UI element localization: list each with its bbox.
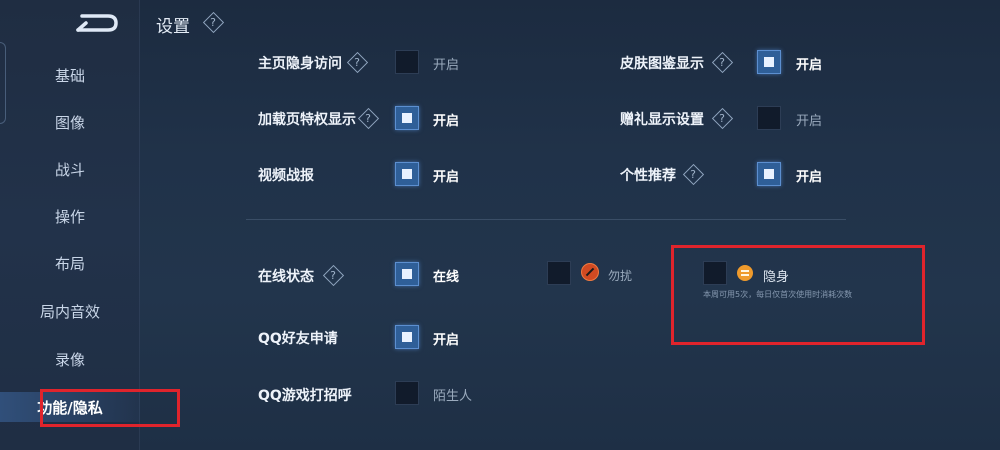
video-report-checkbox[interactable] (395, 162, 419, 186)
qq-game-greeting-checkbox[interactable] (395, 381, 419, 405)
personal-recommend-label: 个性推荐 (620, 168, 676, 184)
skin-gallery-label: 皮肤图鉴显示 (620, 56, 704, 72)
qq-game-greeting-value: 陌生人 (433, 389, 473, 404)
qq-friend-request-value: 开启 (433, 333, 460, 348)
gift-display-value: 开启 (796, 114, 823, 129)
skin-gallery-value: 开启 (796, 58, 823, 73)
help-icon[interactable]: ? (711, 107, 733, 129)
gift-display-label: 赠礼显示设置 (620, 112, 704, 128)
homepage-privacy-value: 开启 (433, 58, 460, 73)
sidebar-item-controls[interactable]: 操作 (0, 201, 140, 231)
invisible-highlight-box (671, 245, 925, 345)
sidebar-item-ingame-audio[interactable]: 局内音效 (0, 296, 140, 326)
online-option-checkbox[interactable] (395, 262, 419, 286)
section-divider (246, 219, 846, 220)
help-icon[interactable]: ? (357, 107, 379, 129)
loading-privilege-checkbox[interactable] (395, 106, 419, 130)
homepage-privacy-label: 主页隐身访问 (258, 56, 342, 72)
loading-privilege-value: 开启 (433, 114, 460, 129)
help-icon[interactable]: ? (202, 11, 224, 33)
homepage-privacy-checkbox[interactable] (395, 50, 419, 74)
page-title: 设置 (156, 17, 190, 37)
sidebar-item-layout[interactable]: 布局 (0, 248, 140, 278)
video-report-label: 视频战报 (258, 168, 314, 184)
loading-privilege-label: 加载页特权显示 (258, 112, 356, 128)
qq-friend-request-checkbox[interactable] (395, 325, 419, 349)
help-icon[interactable]: ? (682, 163, 704, 185)
sidebar-item-basic[interactable]: 基础 (0, 60, 140, 90)
personal-recommend-checkbox[interactable] (757, 162, 781, 186)
personal-recommend-value: 开启 (796, 170, 823, 185)
sidebar-item-battle[interactable]: 战斗 (0, 154, 140, 184)
qq-game-greeting-label: QQ游戏打招呼 (258, 388, 352, 404)
help-icon[interactable]: ? (711, 51, 733, 73)
help-icon[interactable]: ? (346, 51, 368, 73)
dnd-option-value: 勿扰 (608, 269, 633, 283)
online-status-label: 在线状态 (258, 269, 314, 285)
sidebar-item-image[interactable]: 图像 (0, 107, 140, 137)
do-not-disturb-icon (581, 263, 599, 281)
sidebar: 基础 图像 战斗 操作 布局 局内音效 录像 功能/隐私 (0, 0, 140, 450)
qq-friend-request-label: QQ好友申请 (258, 331, 338, 347)
dnd-option-checkbox[interactable] (547, 261, 571, 285)
sidebar-highlight-box (40, 389, 180, 427)
gift-display-checkbox[interactable] (757, 106, 781, 130)
help-icon[interactable]: ? (322, 264, 344, 286)
skin-gallery-checkbox[interactable] (757, 50, 781, 74)
online-option-value: 在线 (433, 270, 460, 285)
video-report-value: 开启 (433, 170, 460, 185)
back-arrow-icon[interactable] (74, 10, 120, 36)
sidebar-item-replay[interactable]: 录像 (0, 344, 140, 374)
